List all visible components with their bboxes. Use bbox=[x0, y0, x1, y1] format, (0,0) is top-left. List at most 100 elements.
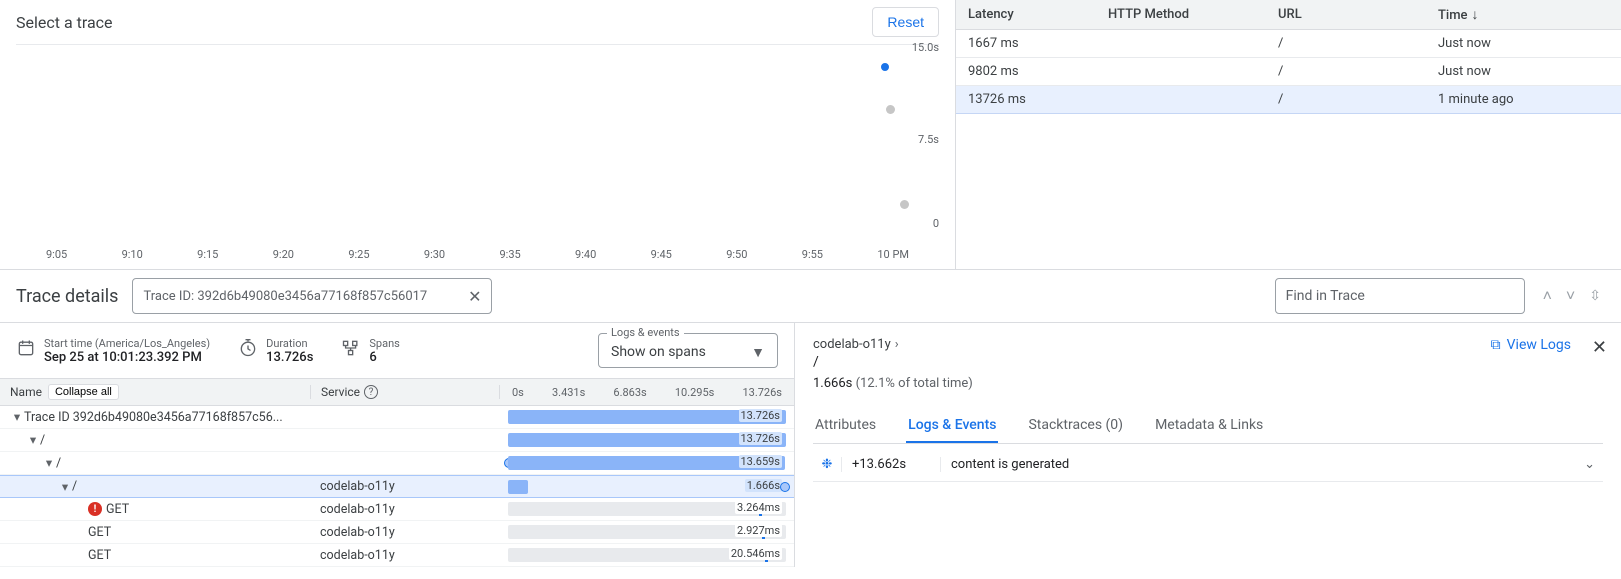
chevron-down-icon[interactable]: ▾ bbox=[42, 455, 56, 471]
span-time-info: 1.666s (12.1% of total time) bbox=[813, 376, 1603, 391]
error-icon: ! bbox=[88, 502, 102, 516]
meta-duration-value: 13.726s bbox=[266, 350, 313, 365]
close-panel-icon[interactable]: ✕ bbox=[1592, 337, 1607, 358]
span-time: 1.666s bbox=[813, 376, 852, 391]
log-entry[interactable]: ❉ +13.662s content is generated ⌄ bbox=[813, 448, 1603, 482]
meta-start-value: Sep 25 at 10:01:23.392 PM bbox=[44, 350, 202, 365]
x-tick: 9:05 bbox=[46, 248, 67, 261]
span-row[interactable]: ▾/ 13.726s bbox=[0, 429, 794, 452]
x-tick: 9:15 bbox=[197, 248, 218, 261]
reset-button[interactable]: Reset bbox=[872, 7, 939, 37]
spans-icon bbox=[341, 338, 361, 363]
tab-attributes[interactable]: Attributes bbox=[813, 409, 878, 443]
span-row[interactable]: ! GET codelab-o11y3.264ms bbox=[0, 498, 794, 521]
x-axis: 9:05 9:10 9:15 9:20 9:25 9:30 9:35 9:40 … bbox=[16, 244, 939, 269]
span-bar[interactable]: 13.659s bbox=[500, 454, 794, 472]
detail-tabs: Attributes Logs & Events Stacktraces (0)… bbox=[813, 409, 1603, 444]
calendar-icon bbox=[16, 338, 36, 363]
top-panel: Select a trace Reset 15.0s 7.5s 0 9:05 9… bbox=[0, 0, 1621, 270]
span-service: codelab-o11y bbox=[310, 479, 500, 494]
span-bar[interactable]: 13.726s bbox=[500, 431, 794, 449]
breadcrumb: codelab-o11y› bbox=[813, 337, 1603, 352]
span-bar[interactable]: 13.726s bbox=[500, 408, 794, 426]
scatter-point-selected[interactable] bbox=[881, 63, 889, 71]
expand-icon[interactable]: ⇳ bbox=[1585, 284, 1605, 308]
meta-spans: Spans 6 bbox=[341, 337, 399, 365]
trace-table-header: Latency HTTP Method URL Time↓ bbox=[956, 0, 1621, 30]
y-label-bot: 0 bbox=[933, 217, 939, 230]
span-row[interactable]: ▾/codelab-o11y1.666s bbox=[0, 475, 794, 498]
x-tick: 9:35 bbox=[499, 248, 520, 261]
tab-metadata[interactable]: Metadata & Links bbox=[1153, 409, 1265, 443]
span-service: codelab-o11y bbox=[310, 502, 500, 517]
tab-logs-events[interactable]: Logs & Events bbox=[906, 409, 998, 443]
col-url[interactable]: URL bbox=[1278, 7, 1438, 22]
logs-events-dropdown[interactable]: Logs & events Show on spans ▼ bbox=[598, 333, 778, 368]
logs-dd-label: Logs & events bbox=[607, 326, 684, 339]
find-next-icon[interactable]: ˅ bbox=[1562, 282, 1579, 310]
tick: 10.295s bbox=[675, 386, 715, 399]
trace-details-title: Trace details bbox=[16, 286, 118, 307]
bug-icon: ❉ bbox=[813, 457, 841, 472]
span-row[interactable]: ▾Trace ID 392d6b49080e3456a77168f857c56.… bbox=[0, 406, 794, 429]
find-prev-icon[interactable]: ˄ bbox=[1539, 282, 1556, 310]
trace-id-input[interactable]: Trace ID: 392d6b49080e3456a77168f857c560… bbox=[132, 278, 492, 314]
chevron-down-icon[interactable]: ▾ bbox=[10, 409, 24, 425]
scatter-point[interactable] bbox=[900, 200, 909, 209]
col-method[interactable]: HTTP Method bbox=[1108, 7, 1278, 22]
chevron-down-icon[interactable]: ▾ bbox=[26, 432, 40, 448]
chevron-down-icon[interactable]: ▾ bbox=[58, 479, 72, 495]
scatter-point[interactable] bbox=[886, 105, 895, 114]
trace-select-title: Select a trace bbox=[16, 13, 113, 32]
find-nav: ˄ ˅ ⇳ bbox=[1539, 282, 1605, 310]
span-name: GET bbox=[106, 502, 129, 517]
meta-spans-label: Spans bbox=[369, 337, 399, 350]
trace-id-value: Trace ID: 392d6b49080e3456a77168f857c560… bbox=[143, 289, 427, 304]
sort-desc-icon: ↓ bbox=[1472, 7, 1479, 23]
open-external-icon: ⧉ bbox=[1491, 337, 1501, 353]
view-logs-label: View Logs bbox=[1507, 337, 1571, 353]
span-path: / bbox=[813, 354, 1603, 370]
crumb-service[interactable]: codelab-o11y bbox=[813, 337, 891, 352]
view-logs-link[interactable]: ⧉ View Logs bbox=[1491, 337, 1571, 353]
span-bar[interactable]: 2.927ms bbox=[500, 523, 794, 541]
trace-details-bar: Trace details Trace ID: 392d6b49080e3456… bbox=[0, 270, 1621, 323]
span-row[interactable]: GETcodelab-o11y20.546ms bbox=[0, 544, 794, 567]
span-bar[interactable]: 1.666s bbox=[500, 478, 794, 496]
x-tick: 9:45 bbox=[651, 248, 672, 261]
expand-log-icon[interactable]: ⌄ bbox=[1576, 457, 1603, 472]
col-time[interactable]: Time↓ bbox=[1438, 6, 1609, 23]
collapse-all-button[interactable]: Collapse all bbox=[48, 384, 119, 400]
span-pct: (12.1% of total time) bbox=[856, 376, 973, 391]
logs-dd-value: Show on spans bbox=[611, 344, 706, 360]
x-tick: 10 PM bbox=[877, 248, 909, 261]
table-row[interactable]: 13726 ms/1 minute ago bbox=[956, 86, 1621, 114]
caret-down-icon: ▼ bbox=[751, 344, 765, 361]
span-name: / bbox=[40, 433, 45, 448]
detail-content: Start time (America/Los_Angeles) Sep 25 … bbox=[0, 323, 1621, 567]
meta-start-label: Start time (America/Los_Angeles) bbox=[44, 337, 210, 350]
span-bar[interactable]: 20.546ms bbox=[500, 546, 794, 564]
log-timestamp: +13.662s bbox=[841, 457, 941, 472]
clear-trace-id-icon[interactable]: ✕ bbox=[468, 287, 481, 306]
col-latency[interactable]: Latency bbox=[968, 7, 1108, 22]
span-row[interactable]: GETcodelab-o11y2.927ms bbox=[0, 521, 794, 544]
right-detail-panel: ⧉ View Logs ✕ codelab-o11y› / 1.666s (12… bbox=[795, 323, 1621, 567]
span-service: codelab-o11y bbox=[310, 525, 500, 540]
table-row[interactable]: 9802 ms/Just now bbox=[956, 58, 1621, 86]
x-tick: 9:10 bbox=[122, 248, 143, 261]
col-name-label: Name bbox=[10, 385, 42, 399]
span-bar[interactable]: 3.264ms bbox=[500, 500, 794, 518]
help-icon[interactable]: ? bbox=[364, 385, 378, 399]
tab-stacktraces[interactable]: Stacktraces (0) bbox=[1026, 409, 1125, 443]
x-tick: 9:55 bbox=[802, 248, 823, 261]
span-row[interactable]: ▾/13.659s bbox=[0, 452, 794, 475]
x-tick: 9:20 bbox=[273, 248, 294, 261]
find-in-trace-input[interactable]: Find in Trace bbox=[1275, 278, 1525, 314]
table-row[interactable]: 1667 ms/Just now bbox=[956, 30, 1621, 58]
tick: 6.863s bbox=[613, 386, 646, 399]
trace-scatter-plot[interactable]: 15.0s 7.5s 0 bbox=[16, 44, 939, 244]
trace-select-panel: Select a trace Reset 15.0s 7.5s 0 9:05 9… bbox=[0, 0, 955, 269]
meta-duration: Duration 13.726s bbox=[238, 337, 313, 365]
x-tick: 9:30 bbox=[424, 248, 445, 261]
